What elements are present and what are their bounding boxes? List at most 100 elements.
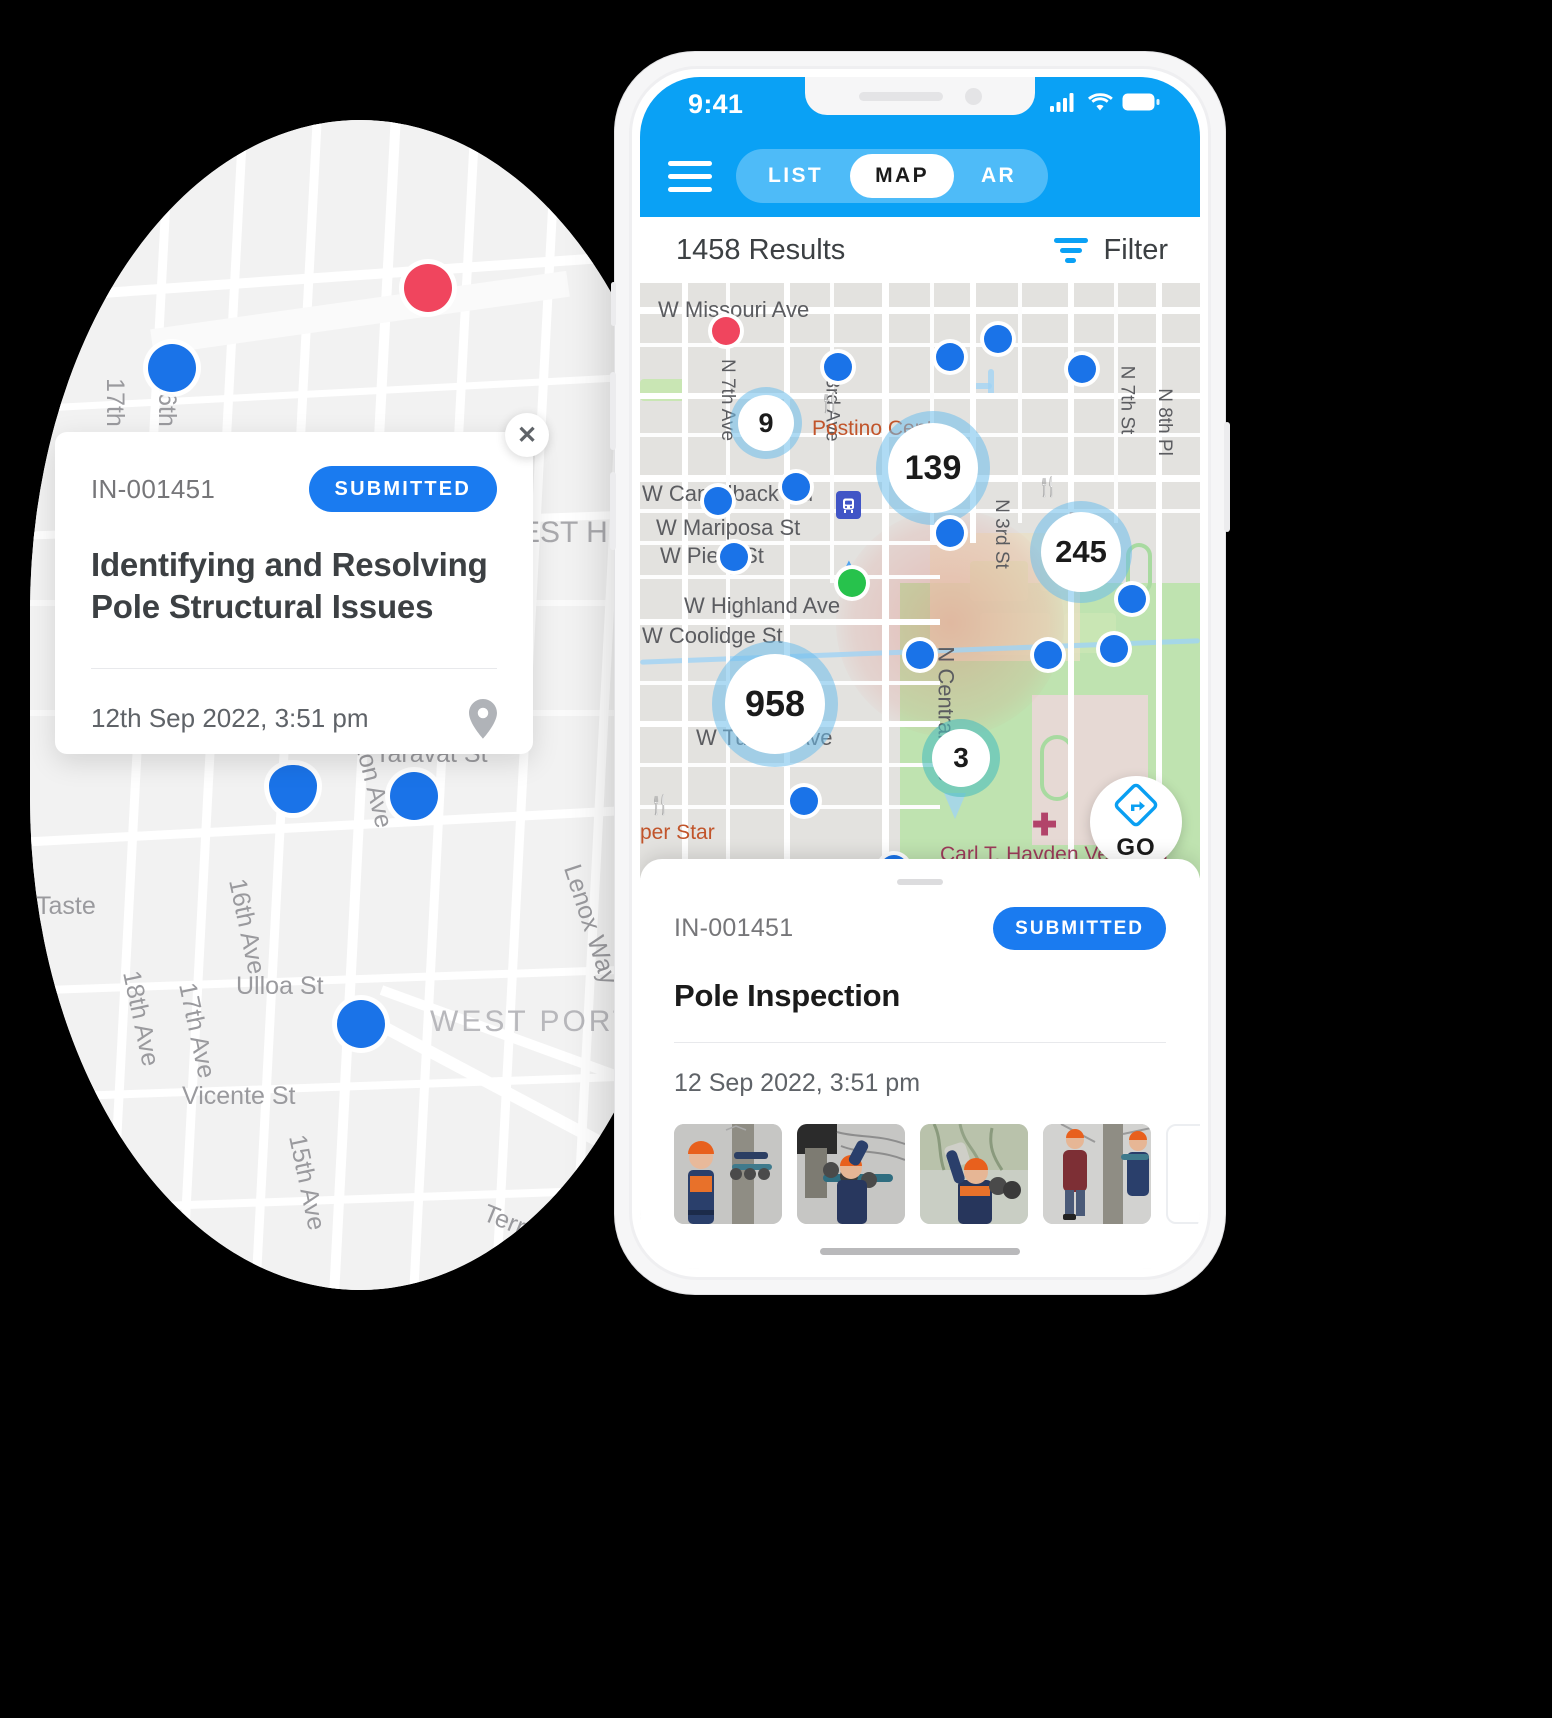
phone-body: 9:41 LIST MAP AR 1458 Results Filter W M… bbox=[629, 66, 1211, 1280]
sheet-date: 12 Sep 2022, 3:51 pm bbox=[674, 1069, 921, 1097]
left-map-road bbox=[30, 1070, 690, 1102]
map-street-label: N 8th Pl bbox=[1153, 388, 1175, 456]
inspection-date: 12th Sep 2022, 3:51 pm bbox=[91, 702, 369, 733]
status-badge: SUBMITTED bbox=[308, 466, 497, 512]
info-card-footer: 12th Sep 2022, 3:51 pm bbox=[91, 699, 497, 740]
left-map-pin-blue[interactable] bbox=[390, 772, 438, 820]
add-photo-button[interactable] bbox=[1166, 1124, 1200, 1224]
map-cluster[interactable]: 245 bbox=[1041, 512, 1121, 592]
left-map-pin-blue[interactable] bbox=[148, 344, 196, 392]
map-marker[interactable] bbox=[704, 487, 732, 515]
status-icons bbox=[1050, 92, 1160, 117]
map-road bbox=[682, 283, 688, 878]
map-view[interactable]: W Missouri Ave N 7th Ave N 3rd Ave N 7th… bbox=[640, 283, 1200, 878]
hospital-plus-icon: ✚ bbox=[1032, 809, 1058, 842]
phone-mockup: 9:41 LIST MAP AR 1458 Results Filter W M… bbox=[610, 52, 1230, 1294]
sheet-header: IN-001451 SUBMITTED bbox=[674, 907, 1166, 950]
phone-volume-down-button[interactable] bbox=[610, 472, 616, 550]
map-cluster[interactable]: 3 bbox=[932, 729, 990, 787]
map-marker[interactable] bbox=[1100, 635, 1128, 663]
map-marker[interactable] bbox=[906, 641, 934, 669]
tab-map[interactable]: MAP bbox=[850, 154, 954, 198]
go-navigation-button[interactable]: GO bbox=[1090, 776, 1182, 868]
map-cluster[interactable]: 139 bbox=[888, 423, 978, 513]
filter-label: Filter bbox=[1103, 233, 1168, 266]
hamburger-menu-icon[interactable] bbox=[668, 160, 712, 192]
sheet-drag-handle[interactable] bbox=[897, 879, 943, 885]
photo-thumbnail-strip[interactable] bbox=[674, 1124, 1200, 1224]
lineman-climbing-pole-photo[interactable] bbox=[1043, 1124, 1151, 1224]
map-marker[interactable] bbox=[936, 519, 964, 547]
detail-bottom-sheet[interactable]: IN-001451 SUBMITTED Pole Inspection 12 S… bbox=[640, 859, 1200, 1269]
map-cluster[interactable]: 9 bbox=[738, 395, 794, 451]
lineman-working-on-insulators-photo[interactable] bbox=[797, 1124, 905, 1224]
phone-mute-button[interactable] bbox=[611, 282, 616, 326]
phone-screen: 9:41 LIST MAP AR 1458 Results Filter W M… bbox=[640, 77, 1200, 1269]
map-street-label: W Piers St bbox=[660, 543, 764, 568]
map-marker-red[interactable] bbox=[712, 317, 740, 345]
view-mode-segmented-control: LIST MAP AR bbox=[736, 149, 1049, 203]
map-marker-green[interactable] bbox=[838, 569, 866, 597]
map-marker[interactable] bbox=[984, 325, 1012, 353]
sheet-inspection-id: IN-001451 bbox=[674, 914, 794, 942]
left-map-road bbox=[30, 370, 690, 413]
info-card-header: IN-001451 SUBMITTED bbox=[91, 466, 497, 512]
map-road bbox=[1018, 283, 1022, 523]
front-camera bbox=[964, 87, 982, 105]
cellular-signal-icon bbox=[1050, 92, 1078, 117]
inspection-title: Identifying and Resolving Pole Structura… bbox=[91, 546, 488, 626]
filter-button[interactable]: Filter bbox=[1053, 233, 1168, 267]
screenshot-root: WEST PORTAL Taste 16th Ave 17th Ave 18th… bbox=[0, 0, 1552, 1718]
phone-power-button[interactable] bbox=[1224, 422, 1230, 532]
map-marker[interactable] bbox=[720, 543, 748, 571]
map-street-label: W Highland Ave bbox=[684, 593, 841, 618]
go-label: GO bbox=[1116, 833, 1156, 861]
status-bar: 9:41 bbox=[640, 77, 1200, 135]
transit-station-icon[interactable] bbox=[836, 491, 861, 519]
left-map-pin-blue[interactable] bbox=[337, 1000, 385, 1048]
results-bar: 1458 Results Filter bbox=[640, 217, 1200, 283]
earpiece-speaker bbox=[858, 91, 943, 101]
restaurant-icon: 🍴 bbox=[818, 393, 842, 414]
inspection-id: IN-001451 bbox=[91, 473, 216, 504]
map-road bbox=[784, 283, 790, 878]
wifi-icon bbox=[1087, 92, 1113, 117]
inspection-info-card[interactable]: IN-001451 SUBMITTED Identifying and Reso… bbox=[55, 432, 533, 754]
lineman-standing-at-pole-photo[interactable] bbox=[674, 1124, 782, 1224]
close-button[interactable]: ✕ bbox=[505, 413, 549, 457]
tab-list[interactable]: LIST bbox=[741, 154, 850, 198]
battery-icon bbox=[1122, 92, 1160, 117]
map-cluster[interactable]: 958 bbox=[725, 654, 825, 754]
phone-volume-up-button[interactable] bbox=[610, 372, 616, 450]
divider bbox=[674, 1042, 1166, 1043]
results-count: 1458 Results bbox=[676, 233, 846, 266]
map-marker[interactable] bbox=[1068, 355, 1096, 383]
map-marker[interactable] bbox=[790, 787, 818, 815]
map-poi-label[interactable]: per Star bbox=[640, 821, 715, 845]
location-pin-icon[interactable] bbox=[469, 699, 497, 740]
left-map-road bbox=[30, 1183, 690, 1215]
divider bbox=[91, 668, 497, 670]
map-street-label: N 3rd St bbox=[990, 499, 1012, 569]
restaurant-icon: 🍴 bbox=[648, 795, 672, 816]
map-road bbox=[882, 283, 889, 878]
left-map-pin-red[interactable] bbox=[404, 264, 452, 312]
map-street-label: N 7th St bbox=[1116, 365, 1138, 435]
top-nav-bar: LIST MAP AR bbox=[640, 135, 1200, 217]
home-indicator[interactable] bbox=[820, 1248, 1020, 1255]
left-map-neighborhood-label: WEST PORTAL bbox=[430, 1005, 675, 1038]
sheet-title: Pole Inspection bbox=[674, 978, 901, 1013]
left-map-road bbox=[30, 246, 690, 304]
tab-ar[interactable]: AR bbox=[954, 154, 1043, 198]
map-marker[interactable] bbox=[824, 353, 852, 381]
map-marker[interactable] bbox=[782, 473, 810, 501]
restaurant-icon: 🍴 bbox=[1036, 477, 1060, 498]
map-marker[interactable] bbox=[936, 343, 964, 371]
phone-notch bbox=[805, 77, 1035, 115]
map-marker[interactable] bbox=[1034, 641, 1062, 669]
filter-icon bbox=[1053, 237, 1088, 263]
status-time: 9:41 bbox=[688, 89, 744, 119]
lineman-reaching-overhead-photo[interactable] bbox=[920, 1124, 1028, 1224]
turn-right-navigation-icon bbox=[1114, 783, 1158, 832]
map-marker[interactable] bbox=[1118, 585, 1146, 613]
